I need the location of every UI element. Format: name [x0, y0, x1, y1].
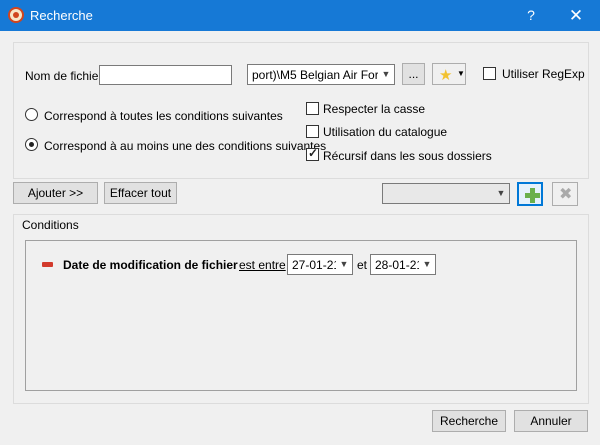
condition-operator-link[interactable]: est entre	[239, 258, 286, 272]
delete-icon: ✖	[559, 186, 573, 203]
delete-preset-button[interactable]: ✖	[552, 182, 578, 206]
conditions-list: Date de modification de fichier est entr…	[25, 240, 577, 391]
regexp-checkbox[interactable]	[483, 67, 496, 80]
chevron-down-icon: ▼	[378, 65, 394, 84]
conditions-label: Conditions	[22, 218, 79, 232]
case-label: Respecter la casse	[323, 102, 426, 116]
match-any-label: Correspond à au moins une des conditions…	[44, 139, 327, 153]
clear-all-button[interactable]: Effacer tout	[104, 182, 177, 204]
condition-field: Date de modification de fichier	[63, 258, 238, 272]
search-button[interactable]: Recherche	[432, 410, 506, 432]
filename-input[interactable]	[99, 65, 232, 85]
title-bar: Recherche ? ✕	[0, 0, 600, 31]
add-button[interactable]: Ajouter >>	[13, 182, 98, 204]
add-preset-button[interactable]	[517, 182, 543, 206]
date-from-value: 27-01-21	[292, 258, 341, 272]
catalog-label: Utilisation du catalogue	[323, 125, 448, 139]
date-from-combo[interactable]: 27-01-21 ▼	[287, 254, 353, 275]
match-all-label: Correspond à toutes les conditions suiva…	[44, 109, 283, 123]
catalog-checkbox[interactable]	[306, 125, 319, 138]
browse-button[interactable]: ...	[402, 63, 425, 85]
conditions-group: Conditions Date de modification de fichi…	[13, 214, 589, 404]
condition-and-label: et	[357, 258, 368, 272]
match-any-radio[interactable]	[25, 138, 38, 151]
recursive-checkbox[interactable]	[306, 146, 319, 161]
dialog-body: Nom de fichier port)\M5 Belgian Air Forc…	[1, 31, 599, 444]
match-all-radio[interactable]	[25, 108, 38, 121]
window-title: Recherche	[30, 8, 93, 23]
path-combo[interactable]: port)\M5 Belgian Air Force ▼	[247, 64, 395, 85]
app-icon	[8, 7, 24, 23]
case-checkbox[interactable]	[306, 102, 319, 115]
remove-condition-icon[interactable]	[42, 262, 53, 267]
date-to-value: 28-01-21	[375, 258, 424, 272]
condition-row: Date de modification de fichier est entr…	[26, 254, 576, 278]
cancel-button[interactable]: Annuler	[514, 410, 588, 432]
path-combo-value: port)\M5 Belgian Air Force	[252, 68, 392, 82]
recursive-label: Récursif dans les sous dossiers	[323, 149, 492, 163]
date-to-combo[interactable]: 28-01-21 ▼	[370, 254, 436, 275]
search-options-group: Nom de fichier port)\M5 Belgian Air Forc…	[13, 42, 589, 179]
chevron-down-icon: ▼	[419, 255, 435, 274]
regexp-label: Utiliser RegExp	[502, 67, 585, 81]
preset-combo[interactable]: ▼	[382, 183, 510, 204]
plus-icon	[525, 188, 540, 203]
chevron-down-icon: ▼	[457, 69, 465, 78]
conditions-toolbar: Ajouter >> Effacer tout ▼ ✖	[13, 181, 589, 209]
chevron-down-icon: ▼	[336, 255, 352, 274]
star-icon: ★	[439, 67, 453, 84]
help-button[interactable]: ?	[508, 0, 554, 31]
filename-label: Nom de fichier	[25, 69, 103, 83]
close-button[interactable]: ✕	[553, 0, 599, 31]
chevron-down-icon: ▼	[493, 184, 509, 203]
favorites-button[interactable]: ★ ▼	[432, 63, 466, 85]
